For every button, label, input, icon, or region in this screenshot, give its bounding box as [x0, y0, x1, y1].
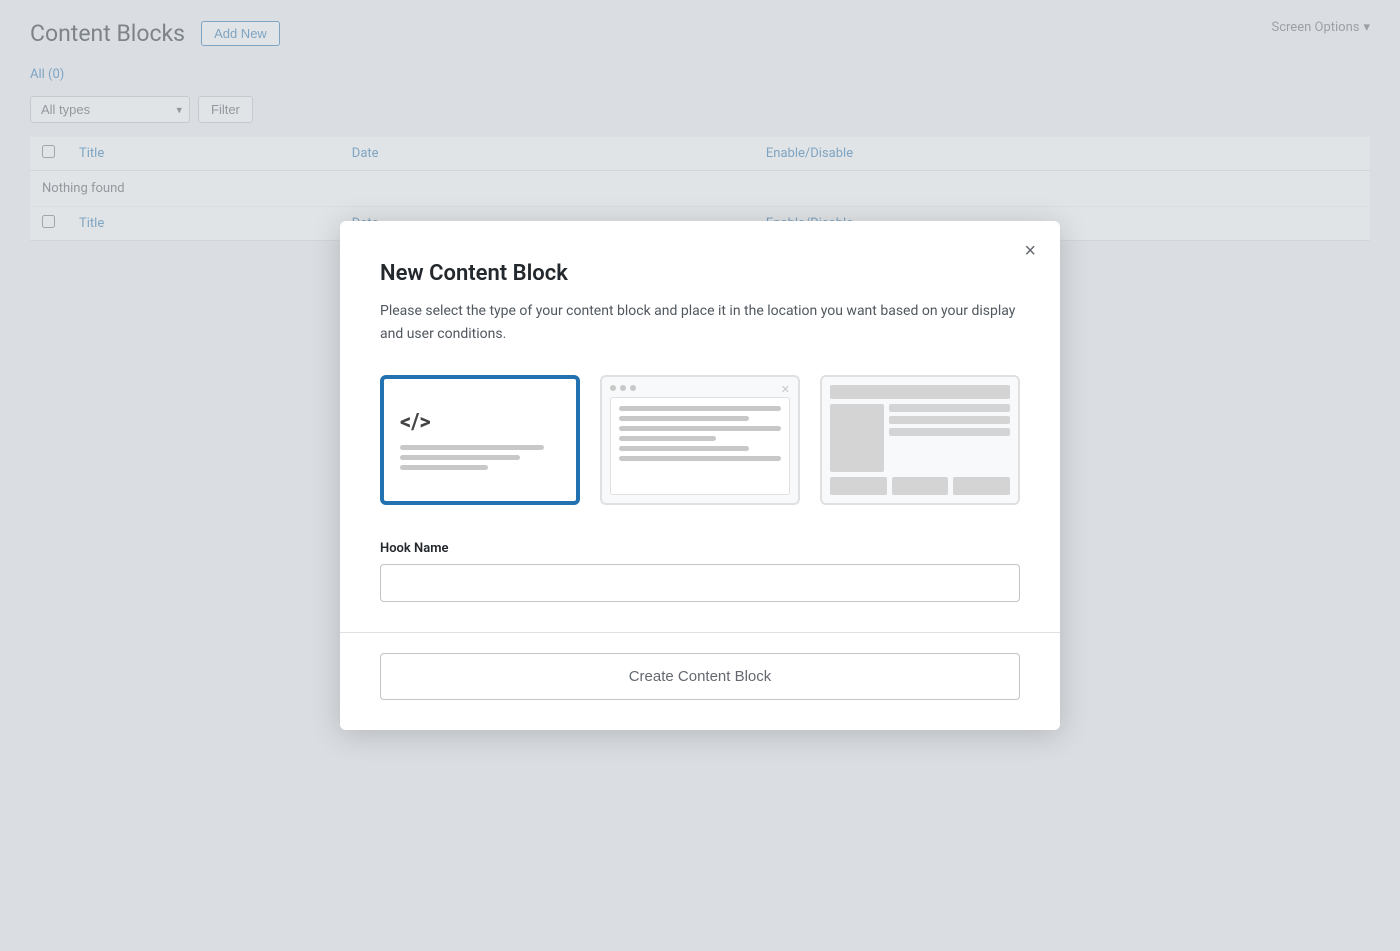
dot-1 — [610, 385, 616, 391]
create-content-block-button[interactable]: Create Content Block — [380, 653, 1020, 700]
visual-card-close-icon: ✕ — [781, 383, 790, 396]
vis-line-4 — [619, 436, 716, 441]
modal-overlay: × New Content Block Please select the ty… — [0, 0, 1400, 951]
visual-card-content: ✕ — [610, 397, 790, 495]
visual-card-inner: ✕ — [602, 377, 798, 503]
code-lines — [400, 445, 560, 470]
block-types-container: </> — [380, 375, 1020, 505]
template-bottom — [830, 477, 1010, 495]
code-line-5 — [400, 465, 488, 470]
tmpl-row-3 — [889, 428, 1010, 436]
modal-description: Please select the type of your content b… — [380, 300, 1020, 345]
code-bracket-open: </> — [400, 410, 431, 435]
code-card-inner: </> — [384, 394, 576, 486]
hook-name-input[interactable] — [380, 564, 1020, 602]
tmpl-bot-1 — [830, 477, 887, 495]
modal-footer: Create Content Block — [340, 632, 1060, 730]
tmpl-row-1 — [889, 404, 1010, 412]
modal-title: New Content Block — [380, 261, 1020, 286]
code-line-4 — [400, 455, 520, 460]
template-middle — [830, 404, 1010, 472]
tmpl-bot-2 — [892, 477, 949, 495]
modal: × New Content Block Please select the ty… — [340, 221, 1060, 730]
block-type-code[interactable]: </> — [380, 375, 580, 505]
tmpl-row-2 — [889, 416, 1010, 424]
dot-3 — [630, 385, 636, 391]
block-type-visual[interactable]: ✕ — [600, 375, 800, 505]
visual-card-header — [610, 385, 790, 391]
vis-line-3 — [619, 426, 781, 431]
dot-2 — [620, 385, 626, 391]
vis-line-1 — [619, 406, 781, 411]
modal-body: New Content Block Please select the type… — [340, 221, 1060, 632]
code-icon-row: </> — [400, 410, 439, 435]
tmpl-bot-3 — [953, 477, 1010, 495]
modal-close-button[interactable]: × — [1020, 237, 1040, 265]
code-line-3 — [400, 445, 544, 450]
template-sidebar — [830, 404, 884, 472]
hook-name-label: Hook Name — [380, 541, 1020, 556]
template-top-bar — [830, 385, 1010, 399]
vis-line-6 — [619, 456, 781, 461]
block-type-template[interactable]: Custom Template — [820, 375, 1020, 505]
vis-line-2 — [619, 416, 749, 421]
vis-line-5 — [619, 446, 749, 451]
template-main — [889, 404, 1010, 472]
template-card-inner — [822, 377, 1018, 503]
